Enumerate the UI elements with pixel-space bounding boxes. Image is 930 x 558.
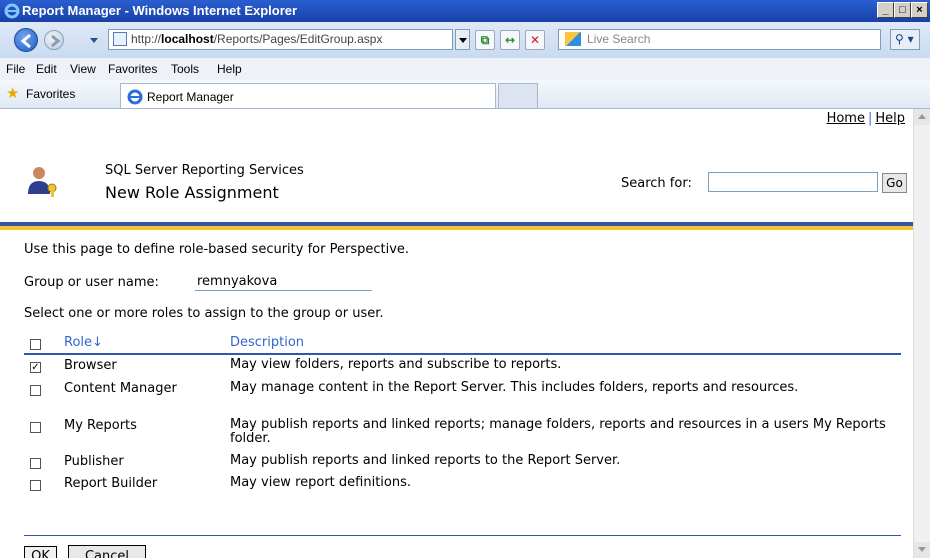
role-description: May publish reports and linked reports; … (230, 417, 886, 446)
minimize-icon[interactable]: _ (877, 2, 894, 18)
help-link[interactable]: Help (875, 111, 905, 126)
role-description: May view report definitions. (230, 475, 412, 490)
go-button[interactable]: Go (882, 173, 907, 193)
role-checkbox-my-reports[interactable] (30, 422, 41, 433)
history-dropdown-icon[interactable] (90, 38, 98, 43)
vertical-scrollbar[interactable] (913, 109, 930, 558)
window-title: Report Manager - Windows Internet Explor… (22, 3, 298, 18)
role-assignment-icon (28, 167, 57, 197)
favorites-bar: ★ Favorites Report Manager (0, 80, 930, 109)
home-link[interactable]: Home (827, 111, 865, 126)
ok-button[interactable]: OK (24, 546, 57, 558)
role-checkbox-browser[interactable]: ✓ (30, 362, 41, 373)
ie-tab-icon (127, 89, 143, 105)
search-label: Search for: (621, 176, 692, 191)
window-controls: _ □ × (877, 2, 928, 18)
live-search-input[interactable]: Live Search (558, 29, 881, 50)
menu-bar: File Edit View Favorites Tools Help (0, 58, 930, 81)
header-subtitle: SQL Server Reporting Services (105, 163, 304, 178)
column-header-role[interactable]: Role↓ (64, 335, 103, 350)
page-content: Home | Help SQL Server Reporting Services … (0, 109, 913, 558)
role-checkbox-content-manager[interactable] (30, 385, 41, 396)
address-dropdown-button[interactable] (455, 29, 470, 50)
scroll-up-icon[interactable] (914, 109, 930, 125)
menu-tools[interactable]: Tools (171, 62, 199, 76)
role-row-my-reports: My Reports May publish reports and linke… (24, 417, 901, 449)
menu-view[interactable]: View (70, 62, 96, 76)
role-checkbox-publisher[interactable] (30, 458, 41, 469)
maximize-icon[interactable]: □ (894, 2, 911, 18)
role-checkbox-report-builder[interactable] (30, 480, 41, 491)
back-button[interactable] (14, 28, 38, 52)
url-path: /Reports/Pages/EditGroup.aspx (213, 32, 383, 46)
header-divider-gold (0, 226, 913, 230)
page-icon (113, 32, 127, 46)
forward-arrow-icon (51, 34, 61, 48)
role-description: May manage content in the Report Server.… (230, 380, 799, 395)
role-name: Publisher (64, 454, 124, 469)
menu-favorites[interactable]: Favorites (108, 62, 157, 76)
user-name-label: Group or user name: (24, 275, 159, 290)
url-prefix: http:// (131, 32, 162, 46)
compatibility-view-icon[interactable]: ⧉ (475, 30, 495, 50)
role-name: My Reports (64, 418, 137, 433)
menu-help[interactable]: Help (217, 62, 242, 76)
address-toolbar: http://localhost/Reports/Pages/EditGroup… (0, 22, 930, 59)
role-row-content-manager: Content Manager May manage content in th… (24, 380, 901, 412)
role-description: May publish reports and linked reports t… (230, 453, 621, 468)
search-go-button[interactable]: ⚲ ▾ (890, 29, 920, 50)
role-name: Report Builder (64, 476, 158, 491)
page-title: New Role Assignment (105, 183, 279, 202)
window-titlebar: Report Manager - Windows Internet Explor… (0, 0, 930, 22)
role-row-browser: ✓ Browser May view folders, reports and … (24, 357, 901, 377)
cancel-button[interactable]: Cancel (68, 545, 146, 558)
role-name: Browser (64, 358, 117, 373)
role-row-publisher: Publisher May publish reports and linked… (24, 453, 901, 473)
magnifier-icon: ⚲ ▾ (895, 32, 914, 46)
role-description: May view folders, reports and subscribe … (230, 357, 562, 372)
column-header-description[interactable]: Description (230, 335, 304, 350)
live-search-placeholder: Live Search (587, 32, 651, 46)
user-name-input[interactable] (195, 269, 372, 291)
roles-table-footer-line (24, 535, 901, 536)
link-separator: | (867, 111, 873, 126)
tab-label: Report Manager (147, 90, 234, 104)
menu-file[interactable]: File (6, 62, 25, 76)
select-all-checkbox[interactable] (30, 339, 41, 350)
menu-edit[interactable]: Edit (36, 62, 57, 76)
stop-icon[interactable]: ✕ (525, 30, 545, 50)
favorites-star-icon[interactable]: ★ (6, 86, 19, 101)
close-icon[interactable]: × (911, 2, 928, 18)
role-row-report-builder: Report Builder May view report definitio… (24, 475, 901, 495)
select-roles-text: Select one or more roles to assign to th… (24, 306, 384, 321)
back-arrow-icon (20, 33, 31, 49)
header-links: Home | Help (827, 111, 905, 126)
tab-report-manager[interactable]: Report Manager (120, 83, 496, 108)
search-input[interactable] (708, 172, 878, 192)
new-tab-button[interactable] (498, 83, 538, 108)
scroll-down-icon[interactable] (914, 542, 930, 558)
role-name: Content Manager (64, 381, 177, 396)
url-host: localhost (161, 32, 214, 46)
favorites-button[interactable]: Favorites (26, 87, 75, 101)
refresh-icon[interactable]: ↔ (500, 30, 520, 50)
address-input[interactable]: http://localhost/Reports/Pages/EditGroup… (108, 29, 453, 50)
ie-logo-icon (4, 3, 20, 19)
live-search-logo-icon (565, 32, 581, 46)
intro-text: Use this page to define role-based secur… (24, 242, 410, 257)
roles-table-header: Role↓ Description (24, 334, 901, 355)
forward-button[interactable] (44, 30, 64, 50)
